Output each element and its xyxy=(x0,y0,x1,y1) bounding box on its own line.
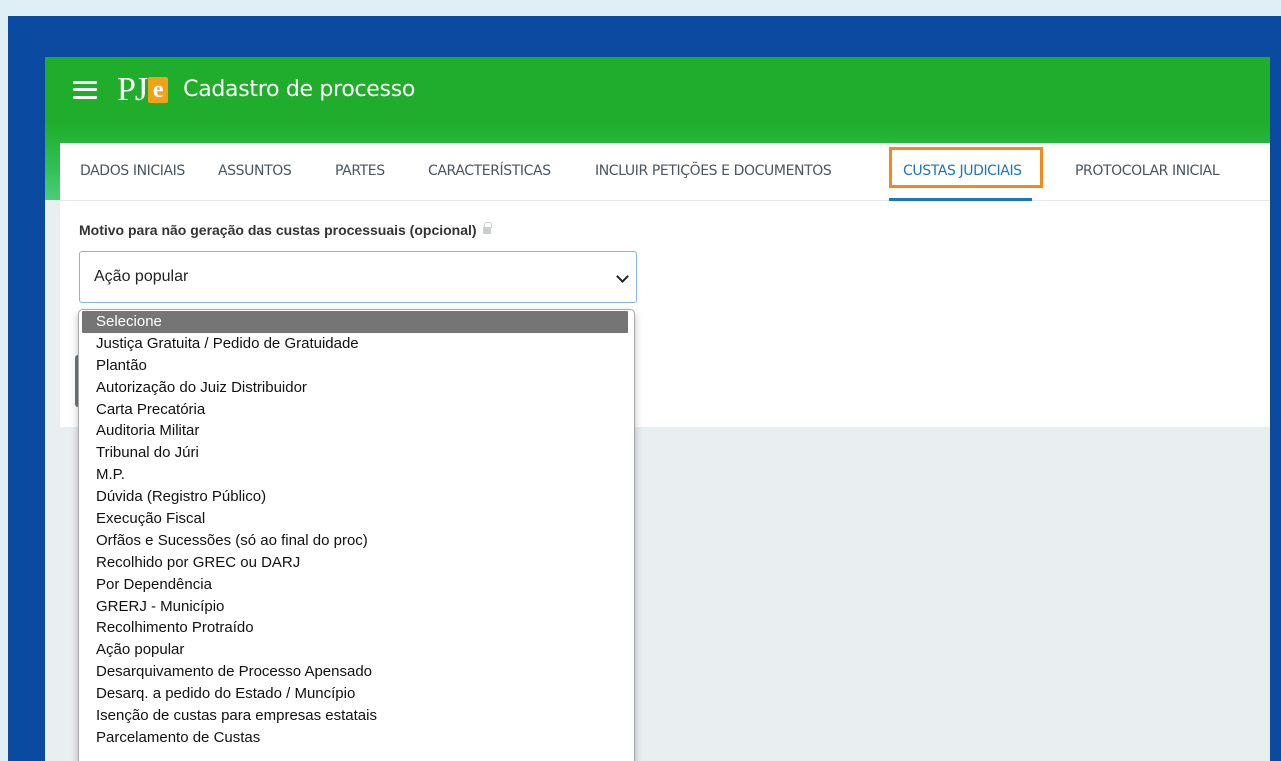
screenshot-frame: PJ e Cadastro de processo DADOS INICIAIS… xyxy=(8,16,1281,761)
dropdown-option[interactable]: Desarquivamento de Processo Apensado xyxy=(79,661,634,683)
tab-protocolar-inicial[interactable]: PROTOCOLAR INICIAL xyxy=(1075,143,1220,201)
dropdown-option[interactable]: Ação popular xyxy=(79,639,634,661)
dropdown-option[interactable]: Recolhimento Protraído xyxy=(79,617,634,639)
hamburger-menu-icon[interactable] xyxy=(73,80,97,99)
motivo-select[interactable]: Ação popular xyxy=(79,251,637,303)
pje-logo[interactable]: PJ e xyxy=(117,70,169,108)
chevron-down-icon xyxy=(616,270,629,283)
lock-icon xyxy=(482,221,492,235)
tab-assuntos[interactable]: ASSUNTOS xyxy=(218,143,292,201)
logo-text: PJ xyxy=(117,70,148,108)
dropdown-option[interactable]: Parcelamento de Custas xyxy=(79,727,634,749)
select-value: Ação popular xyxy=(94,268,189,285)
tab-dados-iniciais[interactable]: DADOS INICIAIS xyxy=(80,143,185,201)
page-title: Cadastro de processo xyxy=(183,77,416,102)
dropdown-option[interactable]: Dúvida (Registro Público) xyxy=(79,486,634,508)
tab-incluir-peticoes[interactable]: INCLUIR PETIÇÕES E DOCUMENTOS xyxy=(595,143,832,201)
dropdown-option[interactable]: Selecione xyxy=(82,311,628,333)
dropdown-option[interactable]: Autorização do Juiz Distribuidor xyxy=(79,377,634,399)
dropdown-option[interactable]: Carta Precatória xyxy=(79,399,634,421)
tab-partes[interactable]: PARTES xyxy=(335,143,385,201)
field-label: Motivo para não geração das custas proce… xyxy=(79,221,492,238)
dropdown-option[interactable]: Tribunal do Júri xyxy=(79,442,634,464)
dropdown-option[interactable]: Desarq. a pedido do Estado / Muncípio xyxy=(79,683,634,705)
dropdown-option[interactable]: GRERJ - Município xyxy=(79,596,634,618)
select-dropdown-list[interactable]: Selecione Justiça Gratuita / Pedido de G… xyxy=(78,309,635,761)
dropdown-option[interactable]: Auditoria Militar xyxy=(79,420,634,442)
dropdown-option[interactable]: Orfãos e Sucessões (só ao final do proc) xyxy=(79,530,634,552)
top-bar: PJ e Cadastro de processo xyxy=(45,57,1270,122)
field-label-text: Motivo para não geração das custas proce… xyxy=(79,222,477,238)
dropdown-option[interactable]: Plantão xyxy=(79,355,634,377)
dropdown-option[interactable]: Por Dependência xyxy=(79,574,634,596)
dropdown-option[interactable]: Execução Fiscal xyxy=(79,508,634,530)
logo-badge: e xyxy=(148,76,169,103)
app-window: PJ e Cadastro de processo DADOS INICIAIS… xyxy=(45,57,1270,761)
dropdown-option[interactable]: Recolhido por GREC ou DARJ xyxy=(79,552,634,574)
dropdown-option[interactable]: Justiça Gratuita / Pedido de Gratuidade xyxy=(79,333,634,355)
tab-custas-judiciais[interactable]: CUSTAS JUDICIAIS xyxy=(889,143,1032,201)
dropdown-option[interactable]: Isenção de custas para empresas estatais xyxy=(79,705,634,727)
tab-bar: DADOS INICIAIS ASSUNTOS PARTES CARACTERÍ… xyxy=(60,143,1270,201)
tab-caracteristicas[interactable]: CARACTERÍSTICAS xyxy=(428,143,551,201)
dropdown-option[interactable]: M.P. xyxy=(79,464,634,486)
